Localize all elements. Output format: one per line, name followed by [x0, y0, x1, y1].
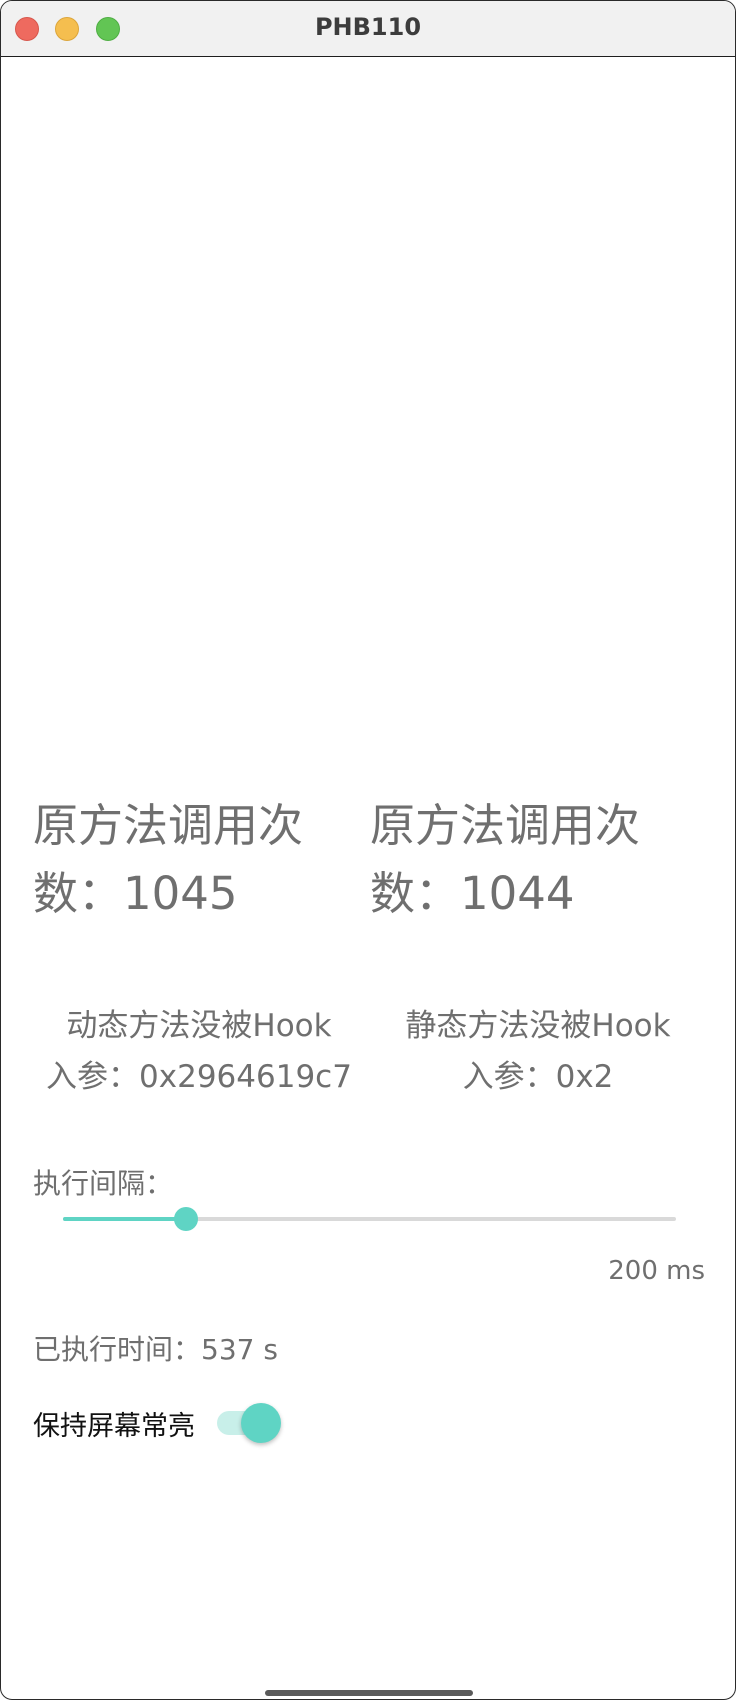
- interval-slider[interactable]: [63, 1204, 676, 1234]
- static-param-text: 入参：0x2: [462, 1059, 614, 1095]
- app-window: PHB110 原方法调用次 数：1045 原方法调用次 数：1044 动态方法没…: [0, 0, 736, 1700]
- dynamic-call-count: 原方法调用次 数：1045: [33, 792, 323, 928]
- keep-screen-on-switch[interactable]: [215, 1403, 281, 1443]
- slider-thumb[interactable]: [173, 1207, 198, 1231]
- static-call-count-line1: 原方法调用次: [370, 799, 641, 852]
- title-bar: PHB110: [1, 1, 735, 57]
- elapsed-time: 已执行时间：537 s: [33, 1333, 278, 1366]
- keep-screen-on-label: 保持屏幕常亮: [33, 1411, 195, 1442]
- dynamic-hook-status: 动态方法没被Hook 入参：0x2964619c7: [29, 1001, 369, 1103]
- interval-label: 执行间隔：: [33, 1167, 174, 1200]
- static-hook-status: 静态方法没被Hook 入参：0x2: [368, 1001, 708, 1103]
- interval-value: 200 ms: [608, 1256, 705, 1286]
- static-call-count-line2: 数：1044: [370, 867, 575, 920]
- switch-thumb[interactable]: [241, 1403, 281, 1443]
- static-hook-text: 静态方法没被Hook: [405, 1008, 671, 1044]
- dynamic-hook-text: 动态方法没被Hook: [66, 1008, 332, 1044]
- static-call-count: 原方法调用次 数：1044: [370, 792, 660, 928]
- main-content: 原方法调用次 数：1045 原方法调用次 数：1044 动态方法没被Hook 入…: [1, 57, 735, 1699]
- dynamic-call-count-line1: 原方法调用次: [33, 799, 304, 852]
- dynamic-param-text: 入参：0x2964619c7: [46, 1059, 352, 1095]
- slider-fill: [63, 1217, 186, 1221]
- dynamic-call-count-line2: 数：1045: [33, 867, 238, 920]
- home-indicator: [265, 1690, 473, 1696]
- window-title: PHB110: [314, 13, 422, 41]
